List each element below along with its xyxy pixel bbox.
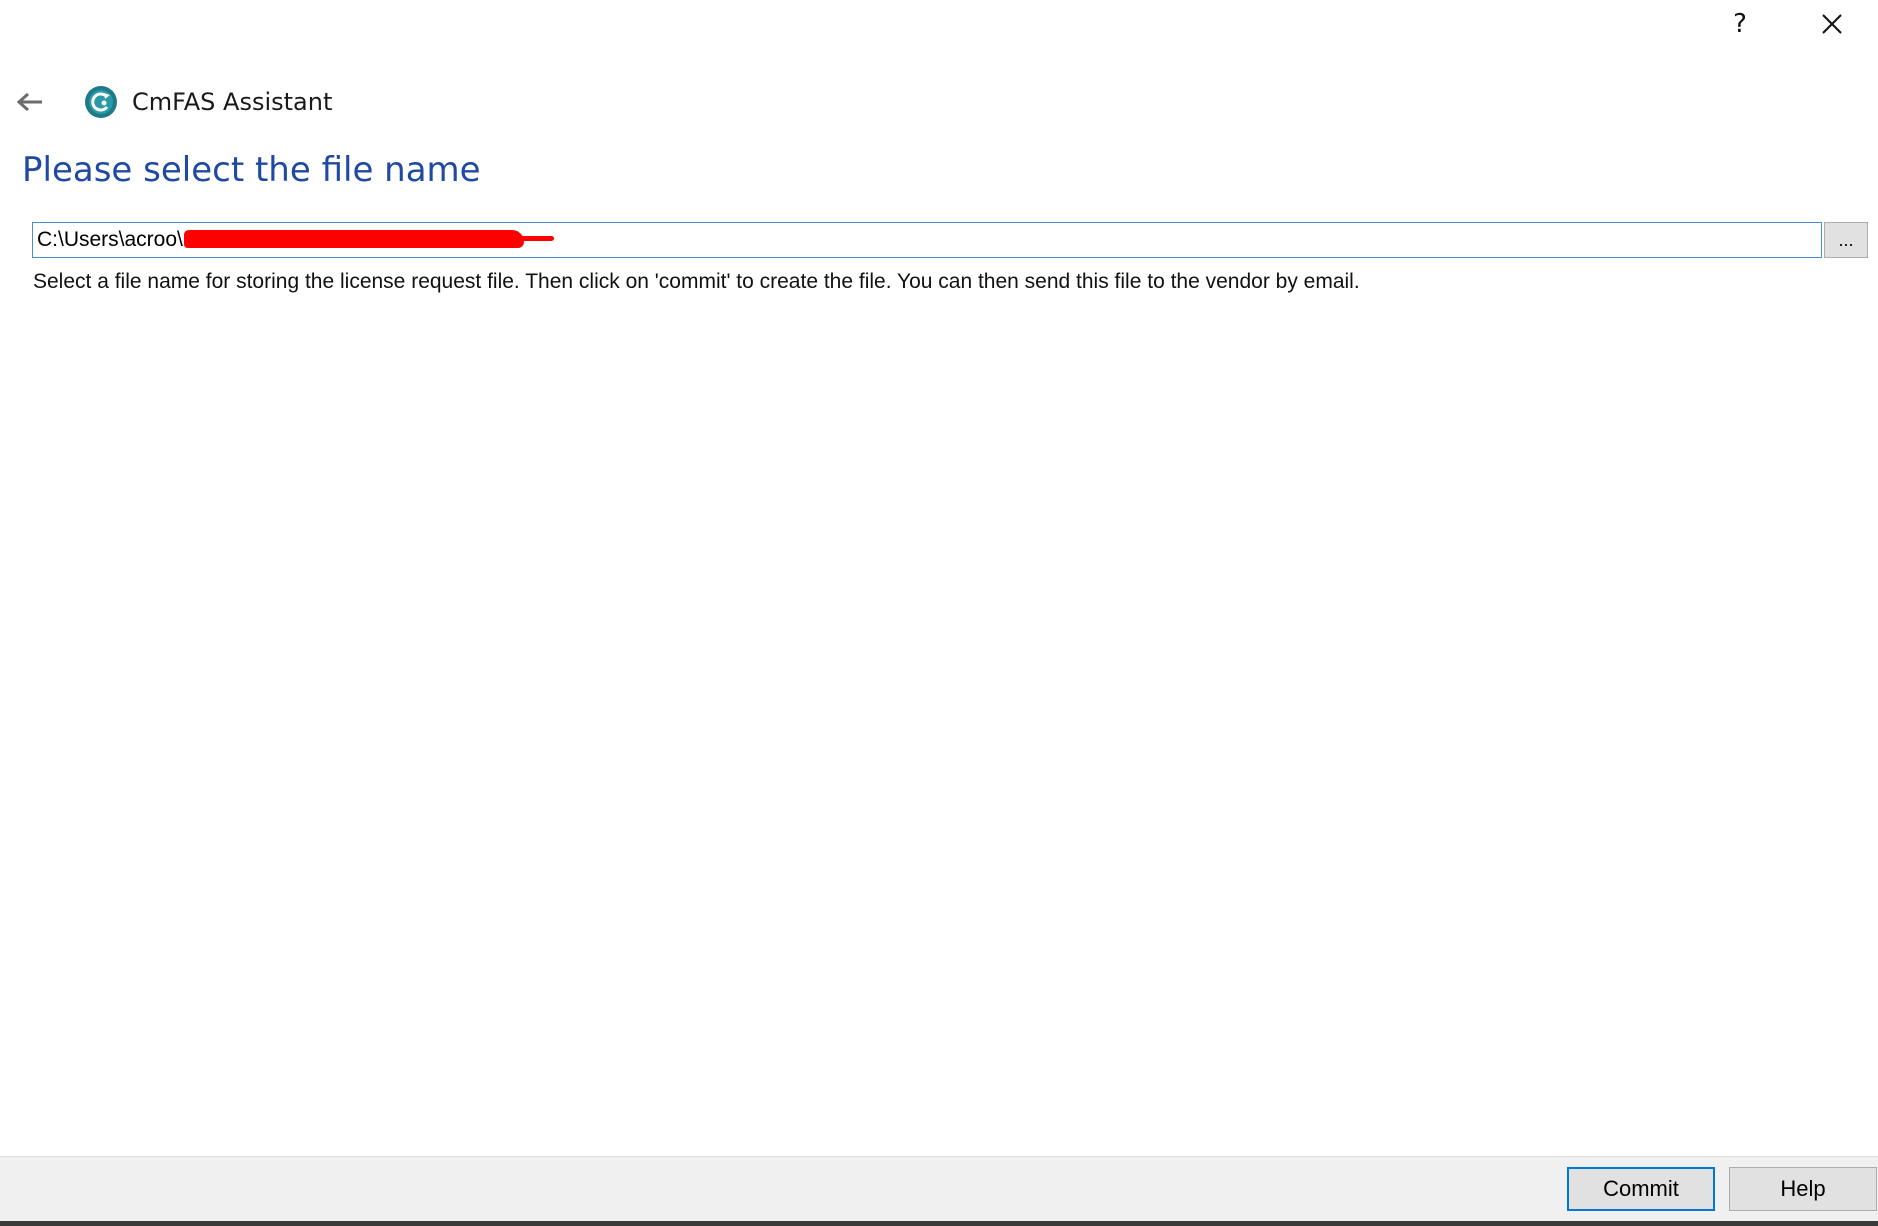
instruction-text: Select a file name for storing the licen… — [33, 270, 1360, 293]
cmfas-assistant-window: ? CmFAS Assistant Please select the file… — [0, 0, 1878, 1226]
question-mark-icon: ? — [1733, 9, 1747, 39]
help-button[interactable]: Help — [1729, 1167, 1877, 1211]
back-arrow-icon — [16, 92, 42, 112]
close-icon — [1822, 14, 1842, 34]
page-heading: Please select the file name — [22, 150, 481, 190]
assistant-header: CmFAS Assistant — [14, 80, 332, 124]
button-bar: Commit Help — [0, 1156, 1878, 1223]
file-path-input[interactable] — [32, 222, 1822, 258]
cmfas-logo-icon — [85, 86, 117, 118]
title-bar-controls: ? — [1694, 0, 1878, 48]
browse-button[interactable]: ... — [1824, 222, 1868, 258]
file-path-row: ... — [32, 222, 1868, 258]
file-path-wrapper — [32, 222, 1822, 258]
close-button[interactable] — [1786, 0, 1878, 48]
back-button[interactable] — [14, 86, 46, 118]
background-window-strip — [0, 1221, 1878, 1226]
app-title: CmFAS Assistant — [132, 88, 333, 116]
help-question-button[interactable]: ? — [1694, 0, 1786, 48]
commit-button[interactable]: Commit — [1567, 1167, 1715, 1211]
